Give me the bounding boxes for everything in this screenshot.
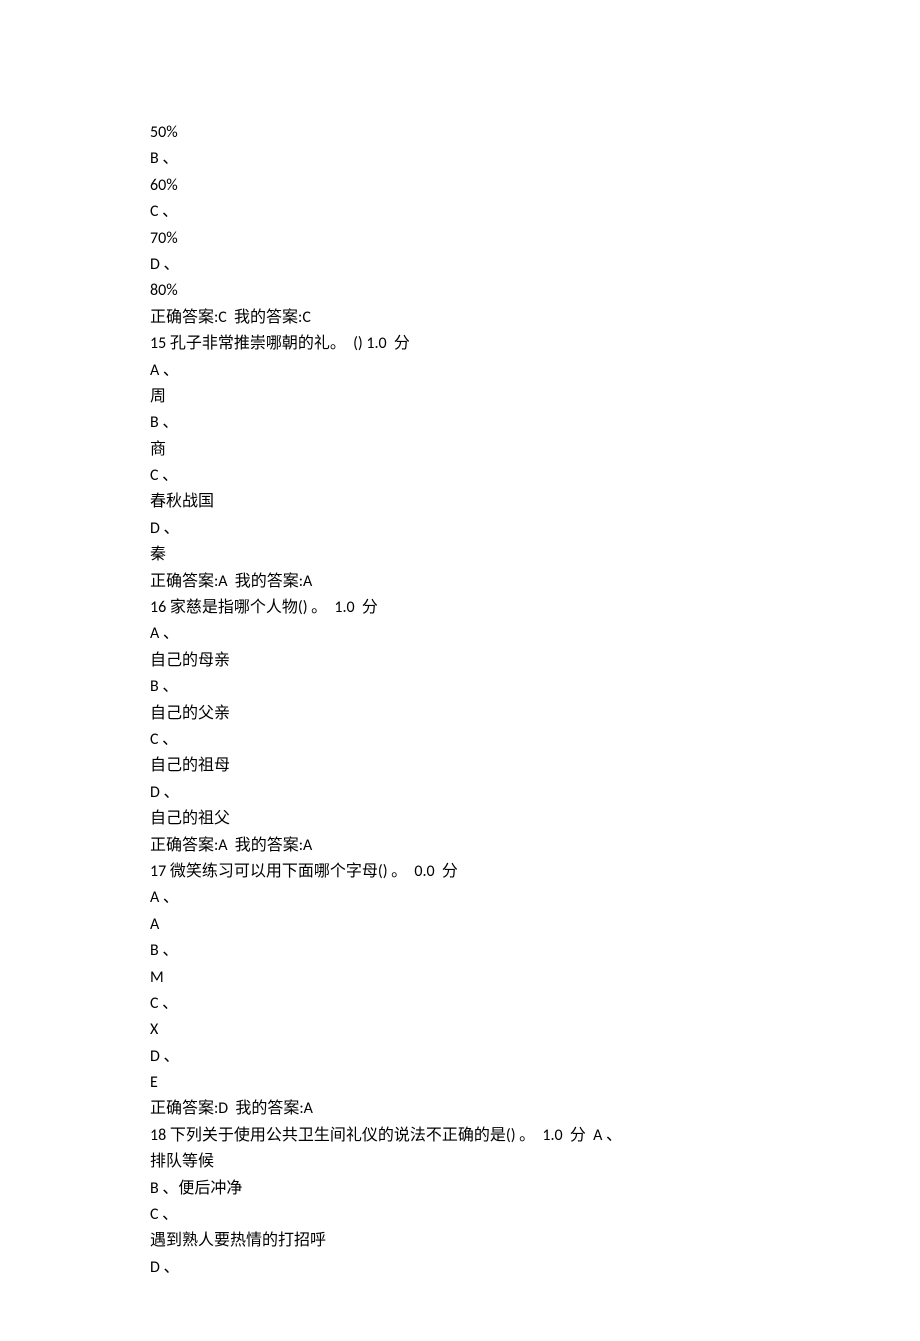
text-line: 自己的祖母: [150, 753, 770, 779]
answer-line: 正确答案:D 我的答案:A: [150, 1096, 770, 1122]
text-line: C 、: [150, 1202, 770, 1228]
question-line: 17 微笑练习可以用下面哪个字母() 。 0.0 分: [150, 859, 770, 885]
text-line: D 、: [150, 252, 770, 278]
text-line: D 、: [150, 1255, 770, 1281]
text-line: 春秋战国: [150, 489, 770, 515]
text-line: D 、: [150, 516, 770, 542]
text-line: D 、: [150, 780, 770, 806]
text-line: C 、: [150, 463, 770, 489]
text-line: 自己的父亲: [150, 701, 770, 727]
question-line: 18 下列关于使用公共卫生间礼仪的说法不正确的是() 。 1.0 分 A 、: [150, 1123, 770, 1149]
text-line: C 、: [150, 199, 770, 225]
answer-line: 正确答案:A 我的答案:A: [150, 569, 770, 595]
text-line: X: [150, 1017, 770, 1043]
text-line: 商: [150, 437, 770, 463]
text-line: 70%: [150, 226, 770, 252]
question-line: 16 家慈是指哪个人物() 。 1.0 分: [150, 595, 770, 621]
text-line: B 、: [150, 146, 770, 172]
text-line: 遇到熟人要热情的打招呼: [150, 1228, 770, 1254]
answer-line: 正确答案:A 我的答案:A: [150, 833, 770, 859]
text-line: C 、: [150, 991, 770, 1017]
text-line: 80%: [150, 278, 770, 304]
text-line: 秦: [150, 542, 770, 568]
text-line: B 、: [150, 410, 770, 436]
text-line: B 、: [150, 674, 770, 700]
text-line: B 、: [150, 938, 770, 964]
text-line: A 、: [150, 358, 770, 384]
text-line: 自己的祖父: [150, 806, 770, 832]
text-line: M: [150, 965, 770, 991]
text-line: E: [150, 1070, 770, 1096]
answer-line: 正确答案:C 我的答案:C: [150, 305, 770, 331]
text-line: 50%: [150, 120, 770, 146]
text-line: 周: [150, 384, 770, 410]
text-line: 60%: [150, 173, 770, 199]
text-line: A 、: [150, 885, 770, 911]
question-line: 15 孔子非常推崇哪朝的礼。 () 1.0 分: [150, 331, 770, 357]
text-line: B 、便后冲净: [150, 1176, 770, 1202]
text-line: 排队等候: [150, 1149, 770, 1175]
text-line: A: [150, 912, 770, 938]
text-line: D 、: [150, 1044, 770, 1070]
text-line: A 、: [150, 621, 770, 647]
text-line: C 、: [150, 727, 770, 753]
text-line: 自己的母亲: [150, 648, 770, 674]
